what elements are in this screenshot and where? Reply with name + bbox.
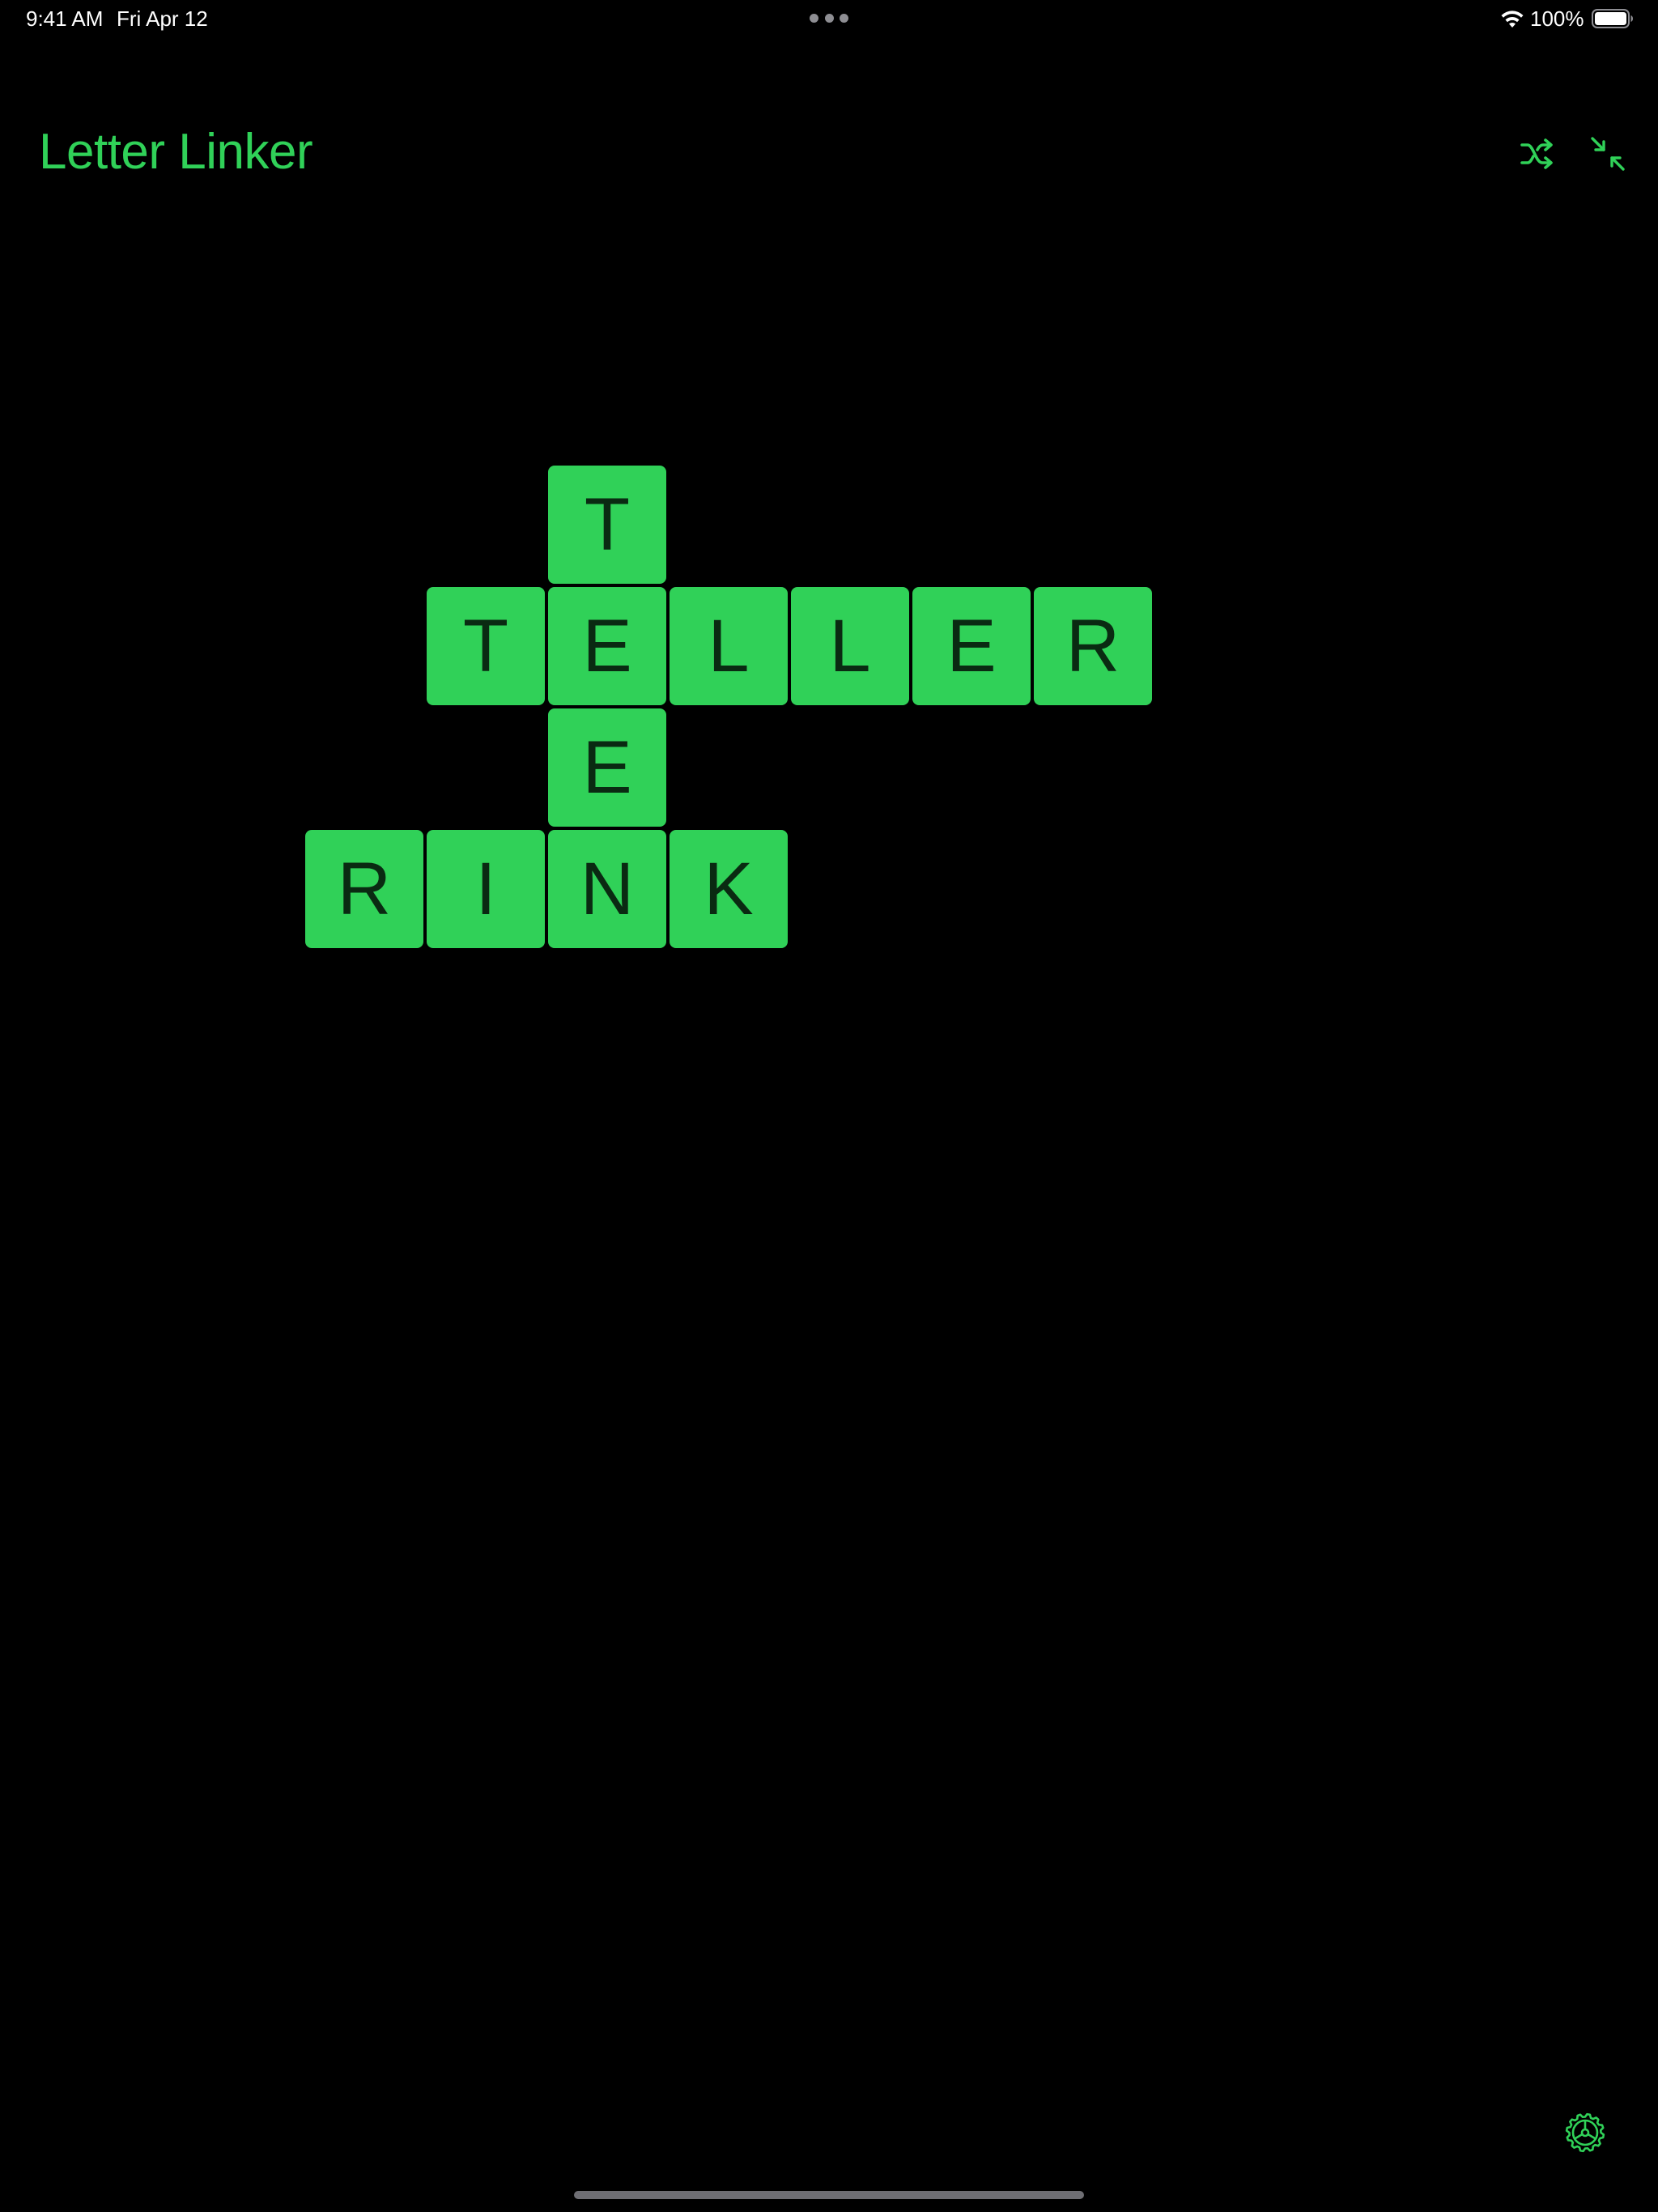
gear-icon bbox=[1565, 2112, 1605, 2153]
letter-tile[interactable]: R bbox=[305, 830, 423, 948]
letter-tile[interactable]: E bbox=[548, 587, 666, 705]
letter-tile[interactable]: T bbox=[427, 587, 545, 705]
letter-tile[interactable]: N bbox=[548, 830, 666, 948]
letter-tile[interactable]: R bbox=[1034, 587, 1152, 705]
letter-grid: TTELLERERINK bbox=[0, 0, 1658, 2212]
letter-tile[interactable]: I bbox=[427, 830, 545, 948]
letter-tile[interactable]: L bbox=[670, 587, 788, 705]
home-indicator[interactable] bbox=[574, 2191, 1084, 2199]
letter-tile[interactable]: T bbox=[548, 466, 666, 584]
letter-tile[interactable]: E bbox=[912, 587, 1031, 705]
settings-button[interactable] bbox=[1562, 2110, 1608, 2155]
letter-tile[interactable]: E bbox=[548, 708, 666, 827]
letter-tile[interactable]: L bbox=[791, 587, 909, 705]
letter-tile[interactable]: K bbox=[670, 830, 788, 948]
